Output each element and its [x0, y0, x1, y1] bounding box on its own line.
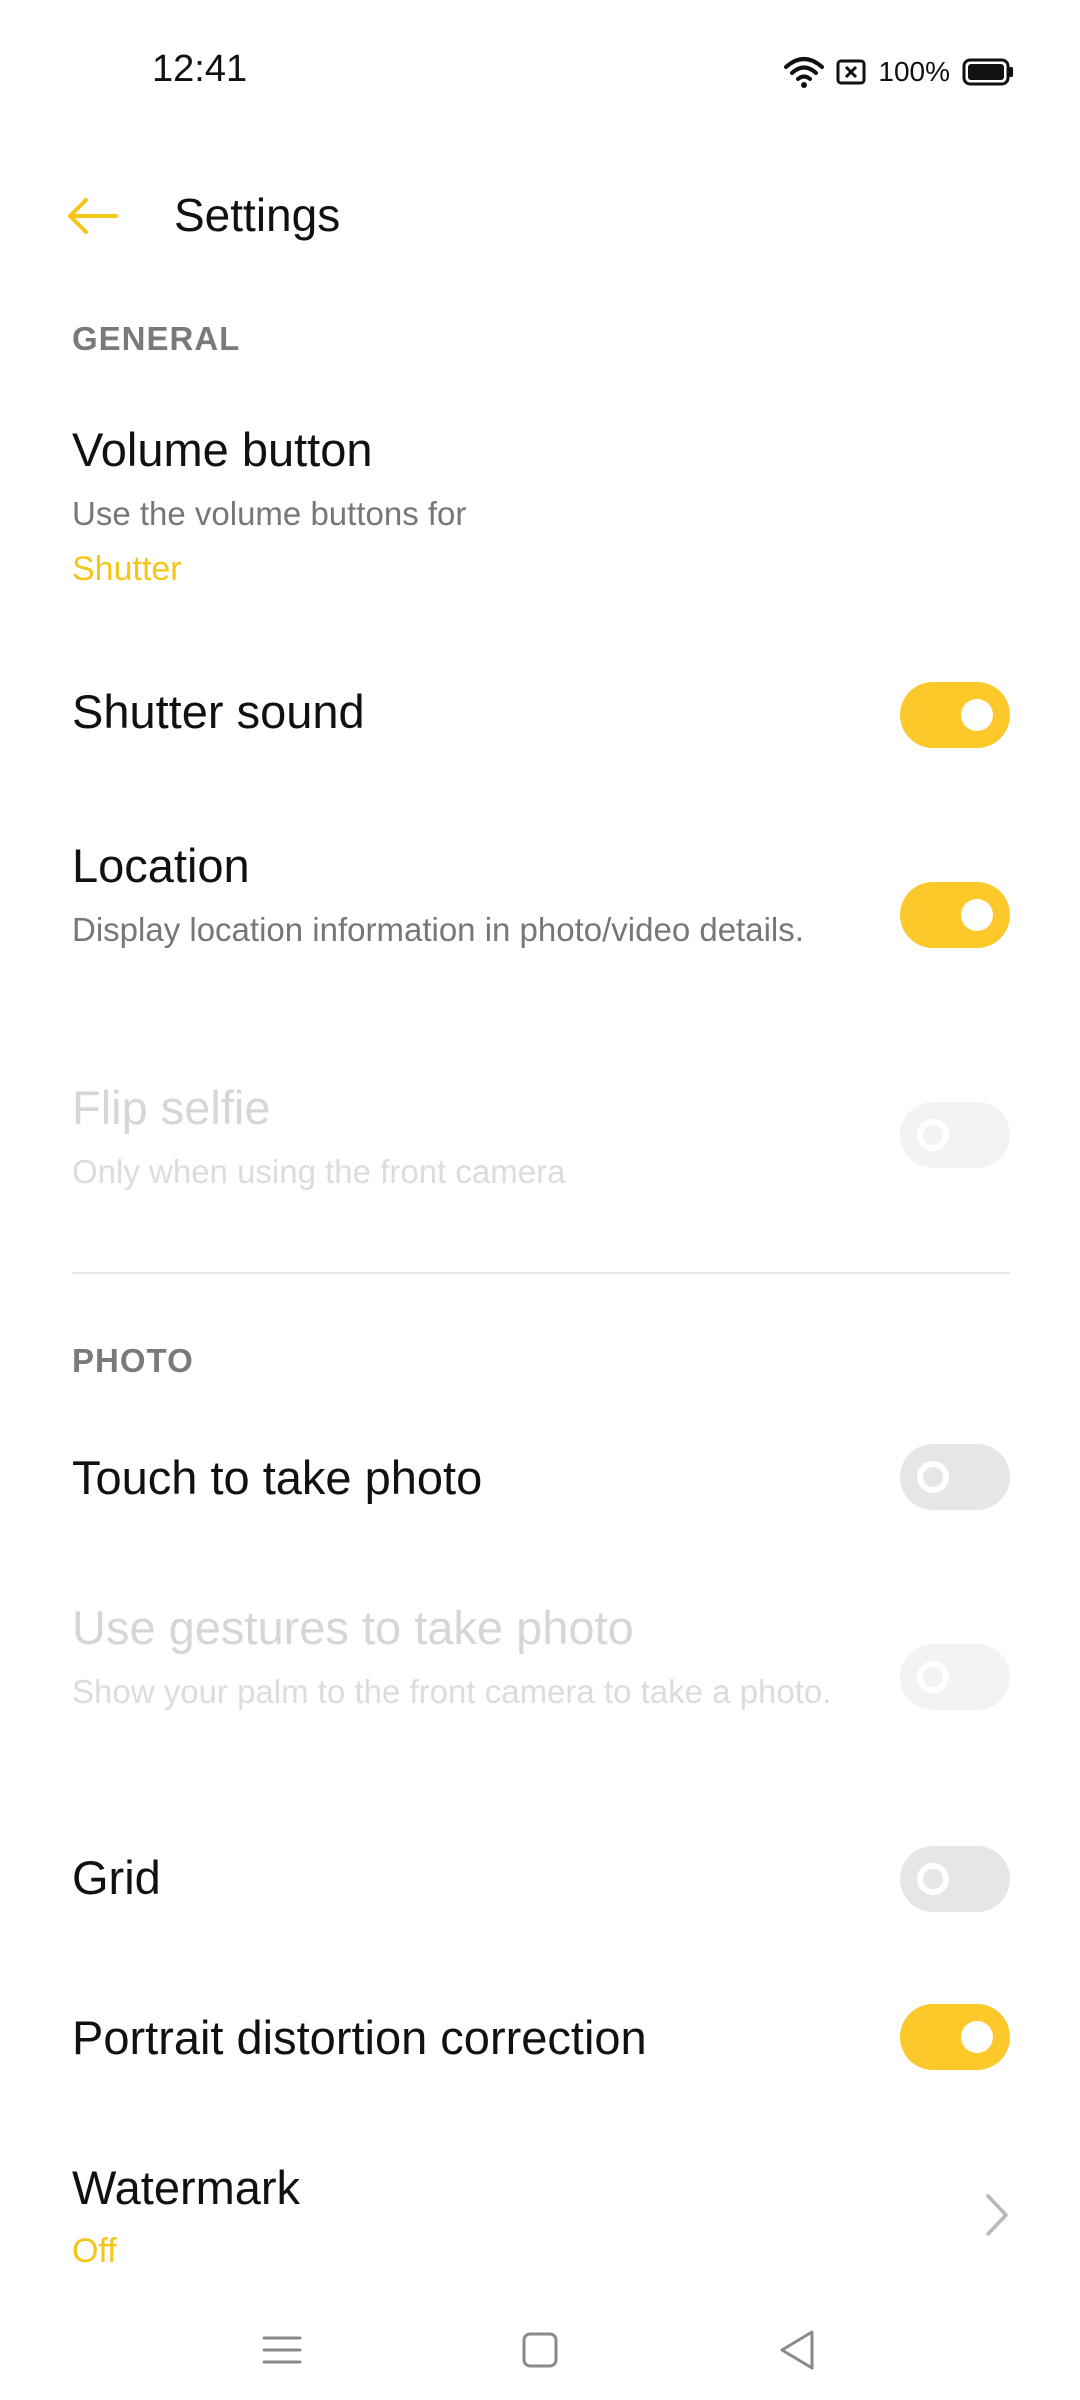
touch-to-take-photo-setting[interactable]: Touch to take photo [0, 1420, 1080, 1540]
battery-icon [962, 57, 1014, 87]
volume-button-subtitle: Use the volume buttons for [72, 495, 467, 532]
chevron-right-icon [982, 2190, 1012, 2240]
status-icons: 100% [784, 50, 1014, 94]
flip-selfie-subtitle: Only when using the front camera [72, 1153, 566, 1190]
flip-selfie-toggle [900, 1102, 1010, 1168]
flip-selfie-setting: Flip selfie Only when using the front ca… [0, 1060, 1080, 1230]
location-setting[interactable]: Location Display location information in… [0, 820, 1080, 1020]
toggle-knob [961, 699, 993, 731]
toggle-knob [917, 1661, 949, 1693]
grid-title: Grid [72, 1851, 161, 1904]
toggle-knob [917, 1863, 949, 1895]
section-label-photo: PHOTO [72, 1342, 194, 1379]
volume-button-value: Shutter [72, 550, 182, 588]
status-time: 12:41 [152, 48, 248, 90]
shutter-sound-toggle[interactable] [900, 682, 1010, 748]
grid-toggle[interactable] [900, 1846, 1010, 1912]
touch-to-take-photo-title: Touch to take photo [72, 1451, 483, 1504]
back-arrow-icon[interactable] [62, 188, 122, 244]
system-nav-bar [0, 2300, 1080, 2400]
volume-button-setting[interactable]: Volume button Use the volume buttons for… [0, 410, 1080, 600]
touch-to-take-photo-toggle[interactable] [900, 1444, 1010, 1510]
section-label-general: GENERAL [72, 320, 241, 357]
watermark-setting[interactable]: Watermark Off [0, 2140, 1080, 2300]
page-title: Settings [174, 189, 341, 241]
back-triangle-icon[interactable] [768, 2320, 828, 2380]
gestures-toggle [900, 1644, 1010, 1710]
home-icon[interactable] [510, 2320, 570, 2380]
toggle-knob [917, 1119, 949, 1151]
gestures-title: Use gestures to take photo [72, 1601, 634, 1654]
section-divider [72, 1272, 1010, 1274]
watermark-title: Watermark [72, 2161, 301, 2214]
gestures-subtitle: Show your palm to the front camera to ta… [72, 1673, 832, 1710]
gestures-setting: Use gestures to take photo Show your pal… [0, 1580, 1080, 1780]
app-bar: Settings [0, 160, 1080, 270]
toggle-knob [917, 1461, 949, 1493]
portrait-distortion-toggle[interactable] [900, 2004, 1010, 2070]
toggle-knob [961, 2021, 993, 2053]
portrait-distortion-title: Portrait distortion correction [72, 2011, 647, 2064]
battery-percent: 100% [878, 56, 950, 87]
shutter-sound-setting[interactable]: Shutter sound [0, 660, 1080, 770]
menu-icon[interactable] [252, 2320, 312, 2380]
volume-button-title: Volume button [72, 423, 373, 476]
grid-setting[interactable]: Grid [0, 1820, 1080, 1940]
location-title: Location [72, 839, 250, 892]
sim-icon [836, 58, 866, 86]
flip-selfie-title: Flip selfie [72, 1081, 271, 1134]
portrait-distortion-setting[interactable]: Portrait distortion correction [0, 1980, 1080, 2100]
status-bar: 12:41 100% [0, 0, 1080, 130]
location-subtitle: Display location information in photo/vi… [72, 911, 804, 948]
watermark-value: Off [72, 2232, 117, 2270]
wifi-icon [784, 55, 825, 89]
toggle-knob [961, 899, 993, 931]
shutter-sound-title: Shutter sound [72, 685, 365, 738]
location-toggle[interactable] [900, 882, 1010, 948]
